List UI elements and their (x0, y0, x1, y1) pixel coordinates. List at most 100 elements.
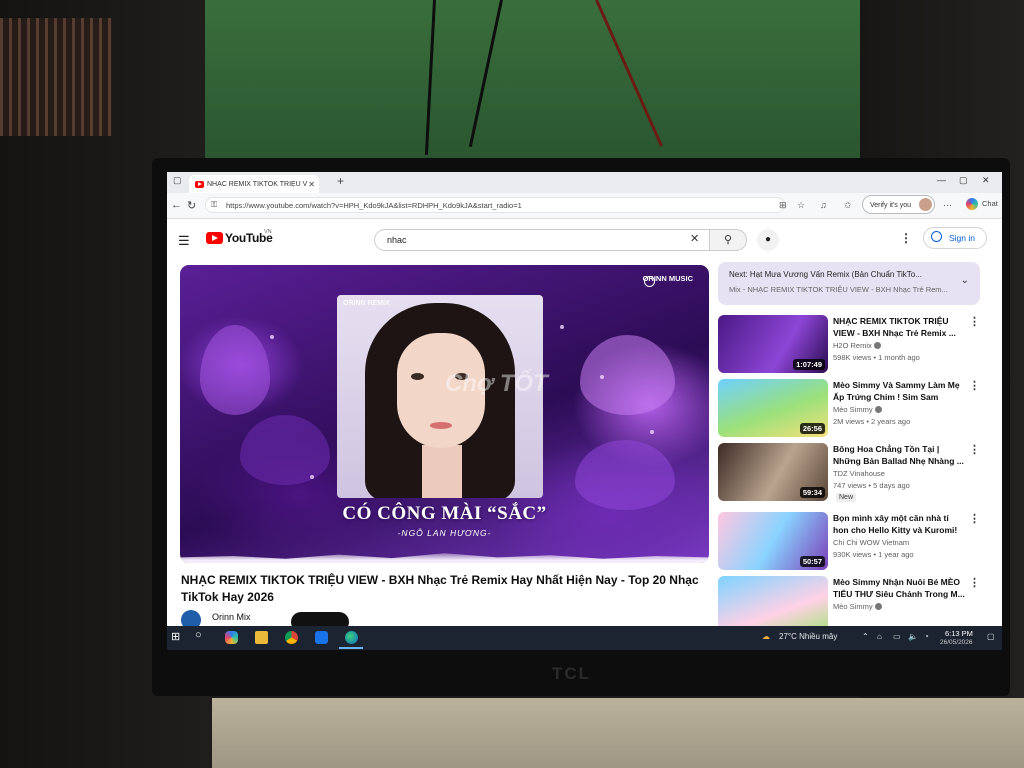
refresh-icon[interactable]: ↻ (187, 199, 196, 212)
watermark: Chợ TỐT (445, 370, 548, 397)
menu-icon[interactable]: ☰ (178, 233, 190, 249)
window-close-icon[interactable]: ✕ (982, 175, 990, 186)
wifi-icon[interactable]: ◔ (924, 632, 929, 641)
youtube-logo-icon[interactable] (206, 232, 223, 244)
mix-playlist-header[interactable]: Next: Hạt Mưa Vương Vấn Remix (Bản Chuẩn… (718, 262, 980, 305)
song-title-overlay: CÓ CÔNG MÀI “SẮC” (342, 503, 547, 524)
minimize-icon[interactable]: — (937, 175, 946, 185)
duration-badge: 50:57 (799, 556, 825, 567)
video-thumbnail[interactable]: 50:57 (718, 512, 828, 570)
volume-icon[interactable]: 🔈 (908, 632, 918, 641)
search-input[interactable]: nhac (374, 229, 709, 251)
read-aloud-icon[interactable]: ♫ (820, 200, 827, 210)
new-tab-button[interactable]: + (337, 174, 344, 188)
flower-graphic (240, 415, 330, 485)
flower-graphic (580, 335, 675, 415)
recommendation-item[interactable]: 59:34 Bông Hoa Chẳng Tồn Tại | Những Bản… (718, 443, 980, 506)
apps-icon[interactable]: ⊞ (779, 200, 787, 211)
copilot-icon[interactable] (966, 198, 978, 210)
flower-graphic (200, 325, 270, 415)
video-thumbnail[interactable]: 1:07:49 (718, 315, 828, 373)
browser-tab-strip: ▢ NHẠC REMIX TIKTOK TRIỆU V ✕ + — ▢ ✕ (167, 172, 1002, 193)
recommendation-title[interactable]: Mèo Simmy Và Sammy Làm Mẹ Ấp Trứng Chim … (833, 379, 965, 403)
clock-date[interactable]: 26/05/2026 (940, 639, 973, 646)
voice-search-icon[interactable]: ● (757, 229, 779, 251)
windows-start-icon[interactable]: ⊞ (171, 630, 184, 643)
recommendation-item[interactable]: 50:57 Bọn mình xây một căn nhà tí hon ch… (718, 512, 980, 575)
channel-text: Mèo Simmy (833, 405, 873, 414)
weather-text[interactable]: 27°C Nhiều mây (779, 632, 837, 641)
chat-label[interactable]: Chat (982, 199, 998, 208)
lips-shape (430, 422, 452, 429)
tab-actions-icon[interactable]: ▢ (173, 175, 182, 186)
duration-badge: 26:56 (799, 423, 825, 434)
tray-chevron-icon[interactable]: ⌃ (862, 632, 869, 641)
recommendation-title[interactable]: Bông Hoa Chẳng Tồn Tại | Những Bản Balla… (833, 443, 965, 467)
recommendation-title[interactable]: NHẠC REMIX TIKTOK TRIỆU VIEW - BXH Nhạc … (833, 315, 965, 339)
recommendation-item[interactable]: 26:56 Mèo Simmy Và Sammy Làm Mẹ Ấp Trứng… (718, 379, 980, 442)
orinn-remix-badge: ORINN REMIX (343, 300, 390, 307)
verified-icon (874, 603, 882, 610)
file-explorer-icon[interactable] (255, 631, 268, 644)
recommendation-channel: Mèo Simmy (833, 405, 882, 414)
video-thumbnail[interactable]: 59:34 (718, 443, 828, 501)
eye-shape (411, 373, 424, 380)
profile-button[interactable]: Verify it's you (862, 195, 935, 214)
video-player[interactable]: ORINN REMIX ORINN MUSIC Chợ TỐT CÓ CÔNG … (180, 265, 709, 563)
chrome-icon[interactable] (285, 631, 298, 644)
battery-icon[interactable]: ▭ (893, 632, 901, 641)
orinn-music-brand: ORINN MUSIC (642, 274, 693, 283)
sparkle (600, 375, 604, 379)
youtube-favicon-icon (195, 180, 204, 188)
video-thumbnail[interactable]: 26:56 (718, 379, 828, 437)
window-grille (0, 18, 112, 136)
more-actions-icon[interactable]: ⋮ (969, 443, 980, 456)
windows-taskbar: ⊞ ○ ☁ 27°C Nhiều mây ⌃ ⌂ ▭ 🔈 ◔ 6:13 PM 2… (167, 626, 1002, 650)
youtube-masthead: ☰ YouTube VN nhac ✕ ⚲ ● ⋮ Sign in (167, 219, 1002, 259)
clock-time[interactable]: 6:13 PM (945, 629, 973, 638)
zalo-icon[interactable] (315, 631, 328, 644)
notifications-icon[interactable]: ▢ (987, 632, 995, 641)
duration-badge: 59:34 (799, 487, 825, 498)
recommendation-channel: TDZ Vinahouse (833, 469, 885, 478)
maximize-icon[interactable]: ▢ (959, 175, 968, 186)
profile-avatar (919, 198, 932, 211)
taskbar-search-icon[interactable]: ○ (195, 629, 208, 642)
channel-text: Mèo Simmy (833, 602, 873, 611)
tv-screen: ▢ NHẠC REMIX TIKTOK TRIỆU V ✕ + — ▢ ✕ ← … (167, 172, 1002, 650)
sparkle (310, 475, 314, 479)
recommendation-meta: 2M views • 2 years ago (833, 417, 911, 426)
recommendation-item[interactable]: 1:07:49 NHẠC REMIX TIKTOK TRIỆU VIEW - B… (718, 315, 980, 378)
address-bar[interactable]: https://www.youtube.com/watch?v=HPH_Kdo9… (205, 197, 785, 213)
favorite-star-icon[interactable]: ☆ (797, 200, 805, 211)
sparkle (560, 325, 564, 329)
weather-icon[interactable]: ☁ (762, 632, 770, 641)
waveform-graphic (180, 553, 709, 563)
more-actions-icon[interactable]: ⋮ (969, 576, 980, 589)
back-icon[interactable]: ← (171, 199, 182, 211)
more-actions-icon[interactable]: ⋮ (969, 512, 980, 525)
channel-name[interactable]: Orinn Mix (212, 612, 251, 622)
tab-title: NHẠC REMIX TIKTOK TRIỆU V (207, 180, 308, 188)
playlist-name: Mix - NHẠC REMIX TIKTOK TRIỆU VIEW - BXH… (729, 285, 948, 294)
site-info-icon[interactable]: ⚿ (211, 200, 217, 210)
browser-tab[interactable]: NHẠC REMIX TIKTOK TRIỆU V ✕ (189, 175, 319, 193)
chevron-down-icon[interactable]: ⌄ (961, 275, 969, 286)
sparkle (650, 430, 654, 434)
more-actions-icon[interactable]: ⋮ (969, 379, 980, 392)
search-button[interactable]: ⚲ (709, 229, 747, 251)
favorites-icon[interactable]: ✩ (844, 200, 852, 211)
more-icon[interactable]: ⋯ (943, 200, 952, 211)
clear-search-icon[interactable]: ✕ (690, 232, 699, 245)
browser-toolbar: ← ↻ https://www.youtube.com/watch?v=HPH_… (167, 193, 1002, 219)
tab-close-icon[interactable]: ✕ (308, 180, 315, 189)
recommendation-title[interactable]: Bọn mình xây một căn nhà tí hon cho Hell… (833, 512, 965, 536)
country-code: VN (264, 229, 272, 235)
settings-more-icon[interactable]: ⋮ (900, 231, 912, 245)
edge-icon[interactable] (345, 631, 358, 644)
copilot-taskbar-icon[interactable] (225, 631, 238, 644)
network-icon[interactable]: ⌂ (877, 632, 882, 641)
desk-surface (212, 698, 1024, 768)
recommendation-title[interactable]: Mèo Simmy Nhận Nuôi Bé MÈO TIỂU THƯ Siêu… (833, 576, 965, 600)
more-actions-icon[interactable]: ⋮ (969, 315, 980, 328)
